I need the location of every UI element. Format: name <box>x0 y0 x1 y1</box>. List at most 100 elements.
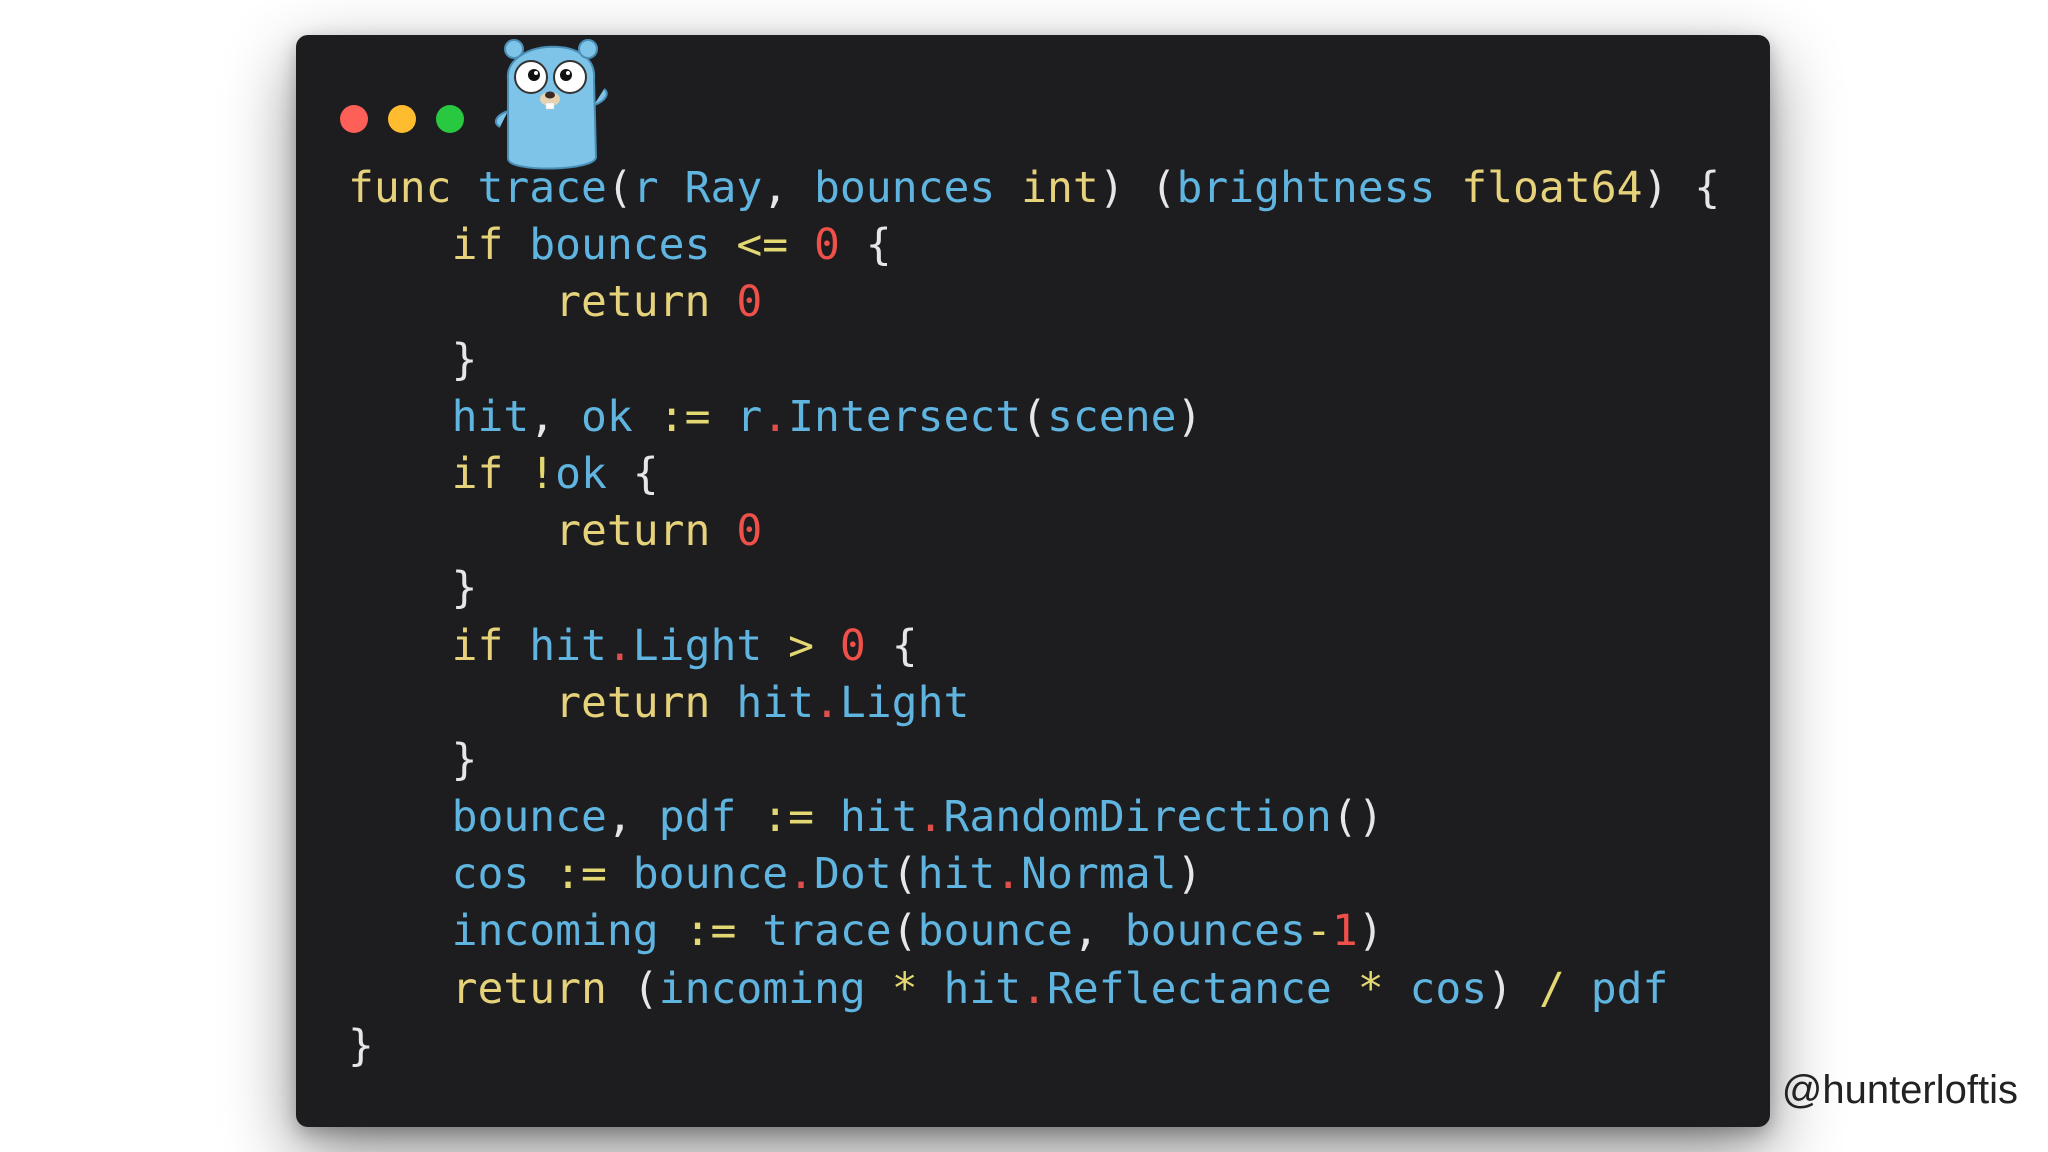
code-token: * <box>891 963 918 1014</box>
code-token: 0 <box>736 277 763 328</box>
code-token: trace <box>762 906 892 957</box>
code-line: } <box>348 732 1720 789</box>
code-token: 0 <box>814 220 840 271</box>
code-token: 1 <box>1331 906 1358 957</box>
code-token: { <box>839 220 892 271</box>
code-line: return 0 <box>348 503 1720 560</box>
code-token: } <box>348 563 478 614</box>
code-token: <= <box>736 220 789 271</box>
code-token: ) <box>1176 391 1203 442</box>
code-token: Intersect <box>788 391 1022 442</box>
code-token: pdf <box>1590 963 1669 1014</box>
maximize-window-button[interactable] <box>436 105 464 133</box>
code-line: bounce, pdf := hit.RandomDirection() <box>348 789 1720 846</box>
code-token: r <box>736 391 763 442</box>
code-token: * <box>1357 963 1384 1014</box>
code-token: bounce <box>451 792 607 843</box>
code-token: bounces <box>814 163 996 213</box>
code-token: int <box>1021 163 1099 213</box>
code-token: Light <box>632 620 763 671</box>
code-token: 0 <box>839 620 866 671</box>
go-gopher-icon <box>494 39 608 170</box>
code-token: return <box>451 963 607 1014</box>
code-line: hit, ok := r.Intersect(scene) <box>348 389 1720 446</box>
code-token: hit <box>736 677 815 728</box>
code-line: if bounces <= 0 { <box>348 217 1720 274</box>
code-token: ok <box>555 448 607 499</box>
code-token: ! <box>529 448 556 499</box>
code-token: () <box>1331 792 1384 843</box>
code-token: brightness <box>1176 163 1436 213</box>
code-token: := <box>762 792 815 843</box>
code-token: . <box>917 792 944 843</box>
code-token: RandomDirection <box>943 792 1332 843</box>
code-token: . <box>762 391 789 442</box>
code-line: return (incoming * hit.Reflectance * cos… <box>348 961 1720 1018</box>
code-token: , <box>762 163 815 213</box>
code-token: 0 <box>736 506 763 557</box>
minimize-window-button[interactable] <box>388 105 416 133</box>
code-token: } <box>348 734 478 785</box>
code-token: hit <box>943 963 1022 1014</box>
code-token: . <box>606 620 633 671</box>
code-line: } <box>348 1018 1720 1075</box>
code-token: Ray <box>684 163 763 213</box>
code-line: return 0 <box>348 274 1720 331</box>
code-token: ) { <box>1642 163 1721 213</box>
code-line: if hit.Light > 0 { <box>348 618 1720 675</box>
code-token: hit <box>451 391 530 442</box>
code-token: . <box>788 849 815 900</box>
code-token: Normal <box>1021 849 1177 900</box>
code-line: } <box>348 332 1720 389</box>
code-token: { <box>606 448 659 499</box>
code-line: } <box>348 560 1720 617</box>
code-token: , <box>606 792 659 843</box>
code-token: := <box>555 849 607 900</box>
code-token: cos <box>1409 963 1488 1014</box>
code-token: Light <box>839 677 970 728</box>
code-token: ) <box>1487 963 1539 1014</box>
code-line: incoming := trace(bounce, bounces-1) <box>348 903 1720 960</box>
code-token: incoming <box>658 963 866 1014</box>
code-token: - <box>1305 906 1332 957</box>
code-token: := <box>658 391 711 442</box>
code-token: ok <box>581 391 633 442</box>
code-token: , <box>1072 906 1125 957</box>
code-token: bounce <box>632 849 789 900</box>
code-token: bounces <box>529 220 711 271</box>
code-token: ( <box>606 163 633 213</box>
code-token: if <box>451 620 504 671</box>
close-window-button[interactable] <box>340 105 368 133</box>
code-token: bounces <box>1124 906 1306 957</box>
code-token: pdf <box>658 792 737 843</box>
code-token: return <box>555 677 711 728</box>
